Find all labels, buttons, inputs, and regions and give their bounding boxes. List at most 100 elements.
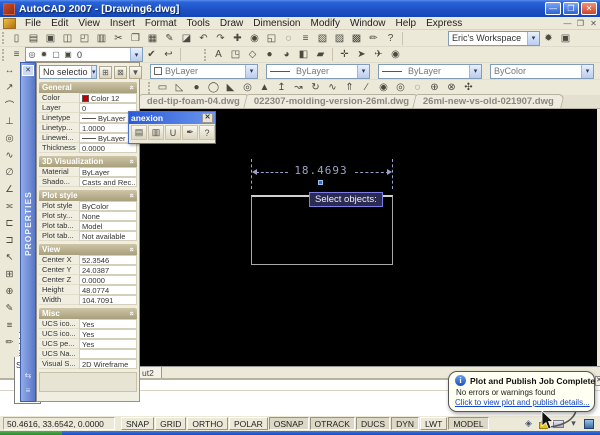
properties-palette-icon[interactable]: ▨: [331, 31, 348, 46]
plot-icon[interactable]: ◫: [59, 31, 76, 46]
menu-item[interactable]: Draw: [215, 18, 248, 29]
3d-pan-icon[interactable]: ✛: [336, 47, 353, 62]
paste-icon[interactable]: ▦: [144, 31, 161, 46]
layer-combo[interactable]: ◎ ✹ ▢ ▣ 0 ▾: [25, 47, 143, 62]
auto-hide-icon[interactable]: ⇆: [22, 371, 34, 383]
communication-center-icon[interactable]: ◈: [521, 417, 536, 431]
cut-icon[interactable]: ✂: [110, 31, 127, 46]
close-icon[interactable]: ✕: [202, 113, 213, 123]
section-header[interactable]: Misc: [39, 308, 137, 319]
dimension-line[interactable]: [256, 172, 288, 173]
block-editor-icon[interactable]: ◪: [178, 31, 195, 46]
extrude-icon[interactable]: ↥: [273, 80, 290, 95]
angular-dimension-icon[interactable]: ∠: [1, 181, 18, 198]
chevron-down-icon[interactable]: ▾: [357, 64, 369, 78]
copy-icon[interactable]: ❐: [127, 31, 144, 46]
conceptual-style-icon[interactable]: ◕: [278, 47, 295, 62]
help-icon[interactable]: ?: [382, 31, 399, 46]
diameter-dimension-icon[interactable]: ∅: [1, 164, 18, 181]
menu-item[interactable]: Dimension: [248, 18, 305, 29]
wedge-icon[interactable]: ◺: [171, 80, 188, 95]
workspace-settings-icon[interactable]: ✹: [540, 31, 557, 46]
menu-item[interactable]: Help: [391, 18, 422, 29]
make-object-layer-current-icon[interactable]: ✔: [143, 47, 160, 62]
orbit-icon[interactable]: ⊕: [426, 80, 443, 95]
ordinate-dimension-icon[interactable]: ⊥: [1, 113, 18, 130]
layout-tab[interactable]: ut2: [138, 367, 162, 378]
jogged-dimension-icon[interactable]: ∿: [1, 147, 18, 164]
plot-style-control[interactable]: ByColor ▾: [490, 63, 594, 79]
publish-icon[interactable]: ▥: [93, 31, 110, 46]
status-toggle[interactable]: GRID: [155, 417, 187, 430]
dimension-style-icon[interactable]: ≡: [1, 317, 18, 334]
section-header[interactable]: 3D Visualization: [39, 156, 137, 167]
menu-item[interactable]: Modify: [306, 18, 345, 29]
dimension-edit-icon[interactable]: ✎: [1, 300, 18, 317]
restore-button[interactable]: ❐: [563, 2, 579, 15]
chevron-down-icon[interactable]: ▾: [130, 48, 142, 61]
center-mark-icon[interactable]: ⊕: [1, 283, 18, 300]
balloon-details-link[interactable]: Click to view plot and publish details..…: [455, 398, 590, 407]
dbconnect-icon[interactable]: ▩: [348, 31, 365, 46]
my-workspace-icon[interactable]: ▣: [557, 31, 574, 46]
lineweight-control[interactable]: ByLayer ▾: [378, 63, 482, 79]
status-toggle[interactable]: DYN: [391, 417, 420, 430]
menu-item[interactable]: Express: [421, 18, 467, 29]
u-tool-icon[interactable]: U: [165, 125, 181, 140]
status-toggle[interactable]: SNAP: [121, 417, 155, 430]
quick-leader-icon[interactable]: ↖: [1, 249, 18, 266]
menu-item[interactable]: Tools: [182, 18, 215, 29]
toolbar-grip[interactable]: [2, 48, 5, 61]
radius-dimension-icon[interactable]: ◎: [1, 130, 18, 147]
section-header[interactable]: General: [39, 82, 137, 93]
pan-icon[interactable]: ✚: [229, 31, 246, 46]
section-header[interactable]: Plot style: [39, 190, 137, 201]
tolerance-icon[interactable]: ⊞: [1, 266, 18, 283]
intersect-icon[interactable]: ◌: [409, 80, 426, 95]
chevron-down-icon[interactable]: ▾: [245, 64, 257, 78]
status-toggle[interactable]: OTRACK: [309, 417, 355, 430]
constrained-orbit-icon[interactable]: ⊗: [443, 80, 460, 95]
zoom-window-icon[interactable]: ◱: [263, 31, 280, 46]
free-orbit-icon[interactable]: ✣: [460, 80, 477, 95]
menu-item[interactable]: Insert: [105, 18, 140, 29]
workspace-combo[interactable]: Eric's Workspace ▾: [448, 30, 540, 46]
chevron-down-icon[interactable]: ▾: [527, 31, 539, 45]
close-icon[interactable]: ✕: [22, 65, 34, 76]
materials-icon[interactable]: ▰: [312, 47, 329, 62]
orange-panel-icon[interactable]: ▥: [148, 125, 164, 140]
presspull-icon[interactable]: ⇑: [341, 80, 358, 95]
palette-properties-icon[interactable]: ≡: [22, 386, 34, 398]
menu-item[interactable]: Format: [140, 18, 182, 29]
doc-tab[interactable]: ded-tip-foam-04.dwg: [136, 94, 251, 108]
cylinder-icon[interactable]: ◯: [205, 80, 222, 95]
dimension-text[interactable]: 18.4693: [287, 164, 355, 177]
open-icon[interactable]: ▤: [25, 31, 42, 46]
undo-icon[interactable]: ↶: [195, 31, 212, 46]
minimize-button[interactable]: —: [545, 2, 561, 15]
status-toggle[interactable]: OSNAP: [268, 417, 309, 430]
sphere-icon[interactable]: ●: [188, 80, 205, 95]
arc-length-icon[interactable]: ⌒: [1, 96, 18, 113]
quick-dimension-icon[interactable]: ≍: [1, 198, 18, 215]
plot-preview-icon[interactable]: ◰: [76, 31, 93, 46]
chevron-down-icon[interactable]: ▾: [469, 64, 481, 78]
render-icon[interactable]: ◧: [295, 47, 312, 62]
redo-icon[interactable]: ↷: [212, 31, 229, 46]
torus-icon[interactable]: ◎: [239, 80, 256, 95]
fly-icon[interactable]: ✈: [370, 47, 387, 62]
dimension-update-icon[interactable]: ✏: [1, 334, 18, 351]
linetype-control[interactable]: ByLayer ▾: [266, 63, 370, 79]
help-icon[interactable]: ?: [199, 125, 215, 140]
close-button[interactable]: ✕: [581, 2, 597, 15]
drawing-canvas[interactable]: 18.4693 Select objects:: [138, 109, 597, 366]
union-icon[interactable]: ◉: [375, 80, 392, 95]
start-button-sliver[interactable]: [0, 431, 62, 435]
menu-item[interactable]: File: [20, 18, 46, 29]
save-icon[interactable]: ▣: [42, 31, 59, 46]
continue-dimension-icon[interactable]: ⊐: [1, 232, 18, 249]
selection-combo[interactable]: No selectio ▾: [39, 65, 97, 79]
child-minimize-button[interactable]: —: [561, 19, 574, 28]
orange-box-icon[interactable]: ▤: [131, 125, 147, 140]
pen-tool-icon[interactable]: ✒: [182, 125, 198, 140]
